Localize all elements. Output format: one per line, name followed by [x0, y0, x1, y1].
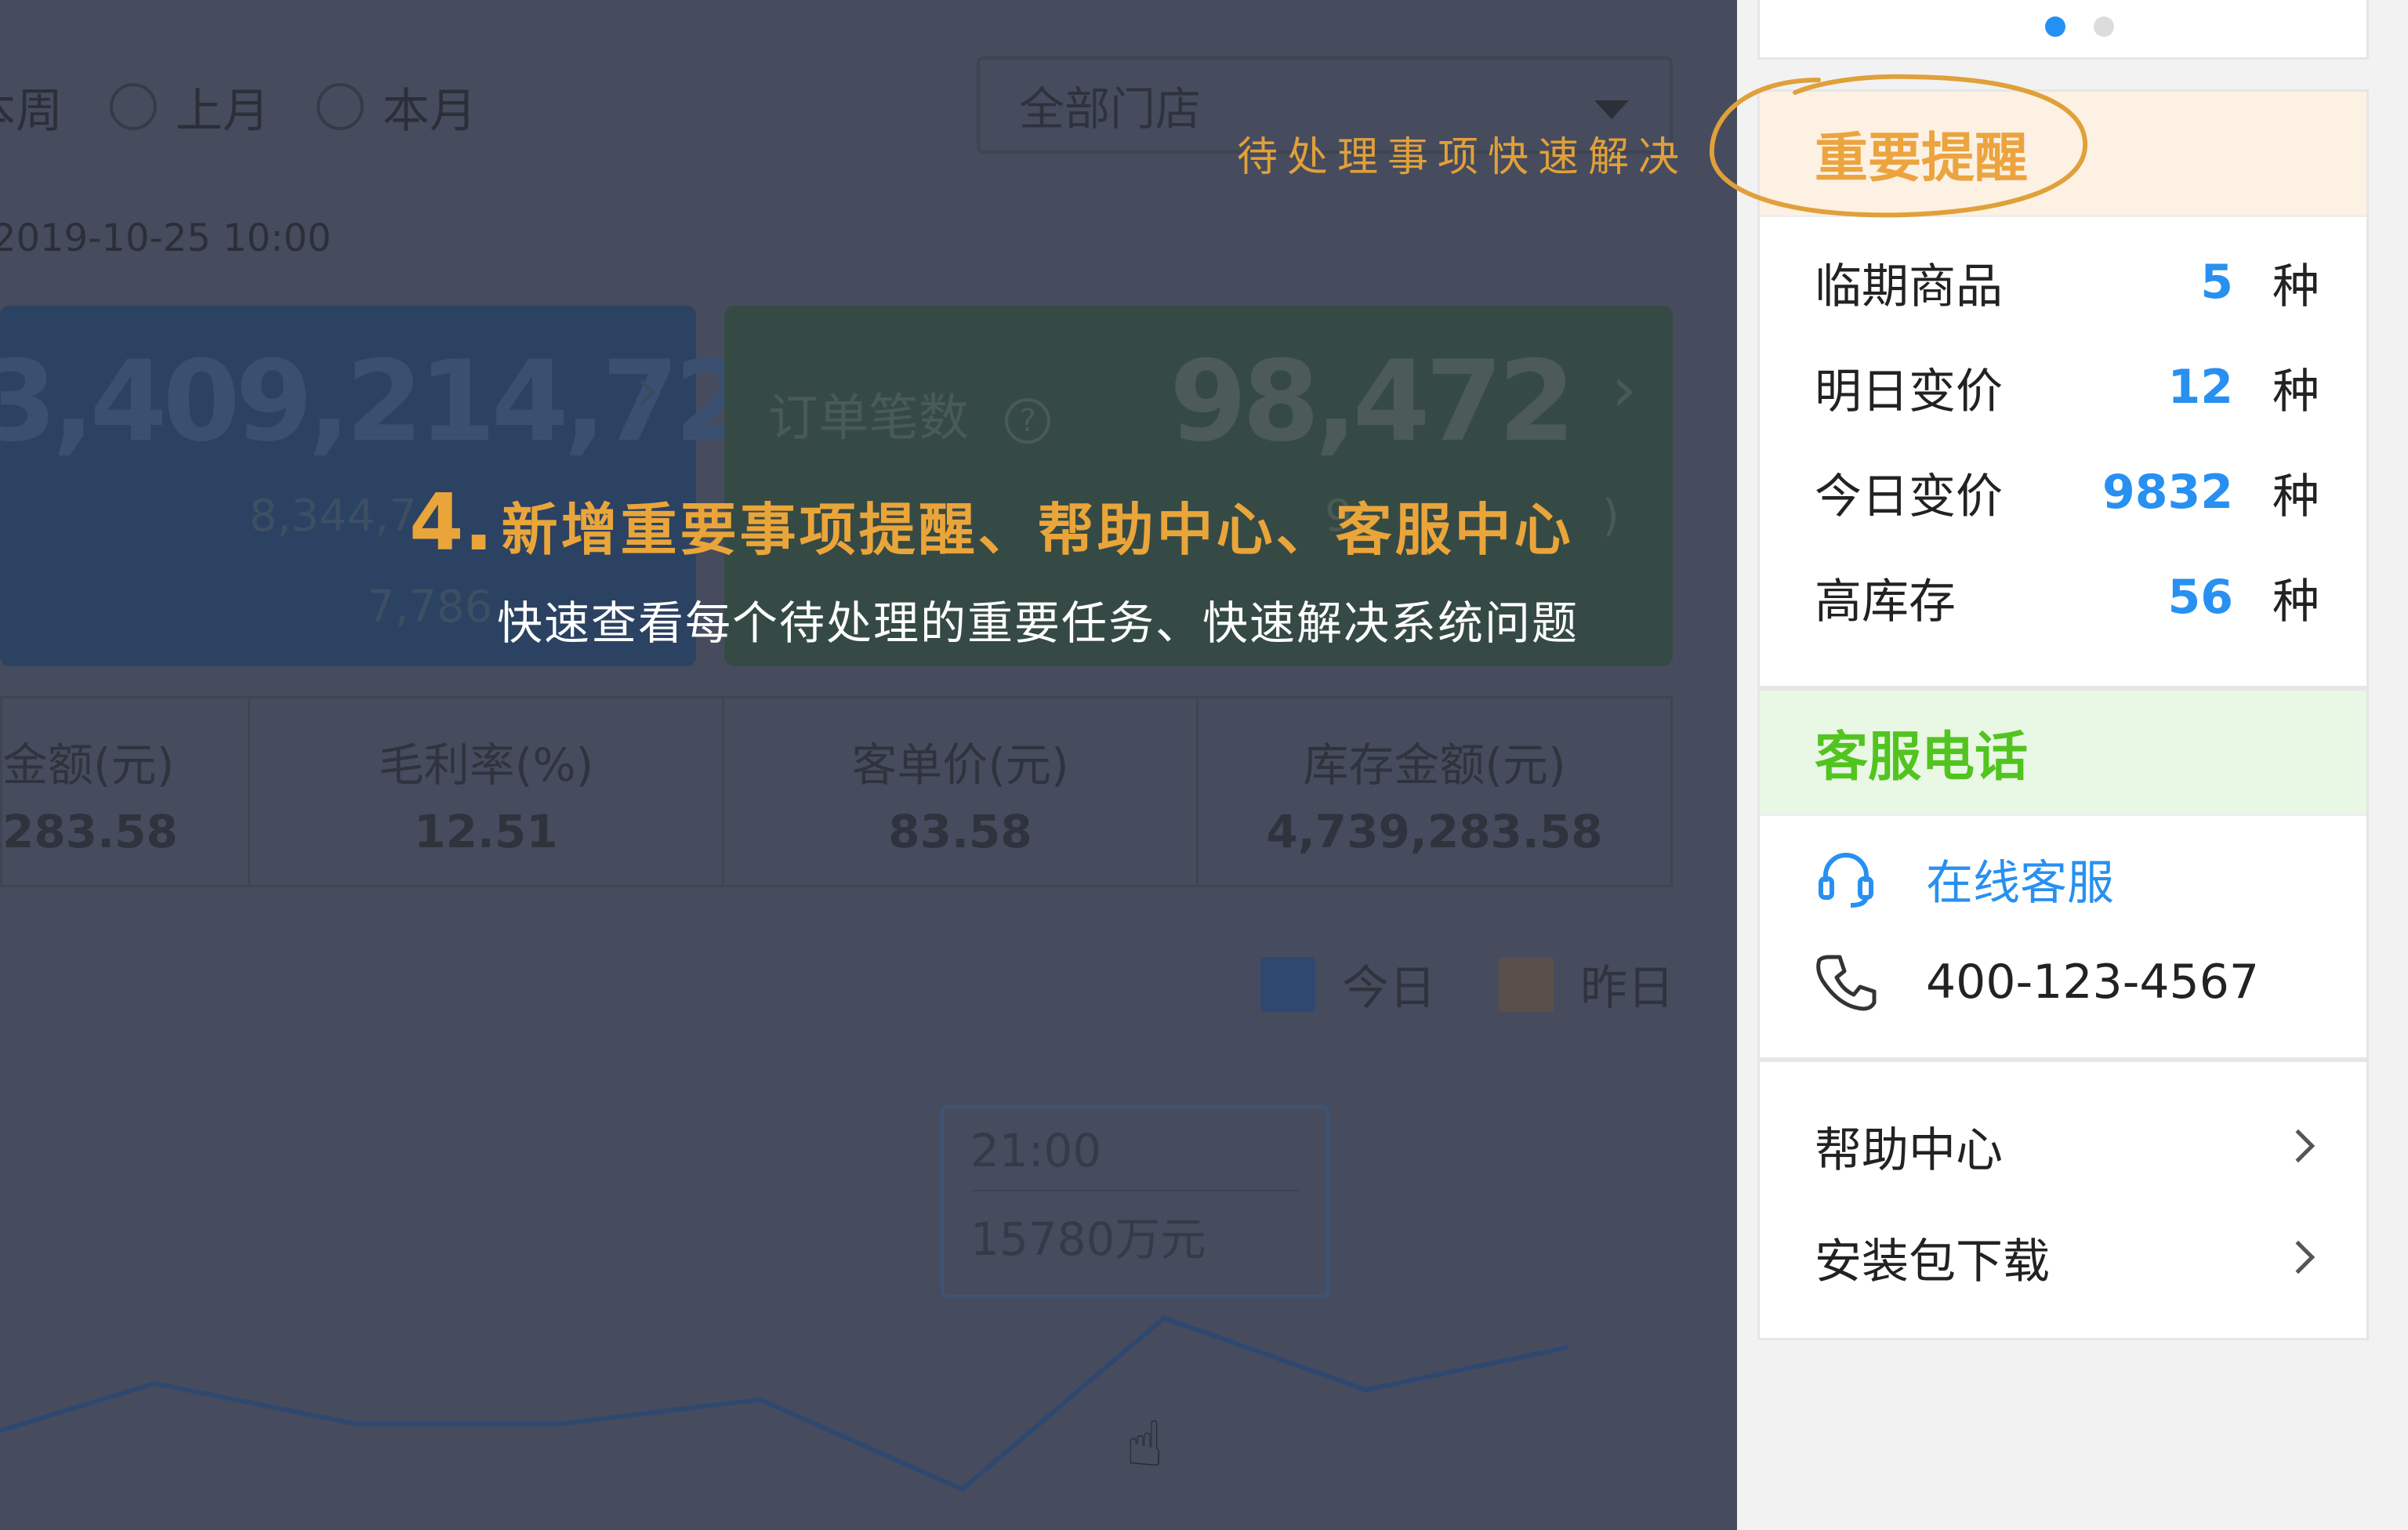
- update-time: 2019-10-25 10:00: [0, 216, 332, 260]
- stat-amount: 金额(元) 283.58: [2, 698, 250, 885]
- service-box: 客服电话 在线客服 400-123-4567: [1757, 688, 2369, 1060]
- highlight-circle: [1709, 74, 2088, 218]
- reminder-row-high-stock[interactable]: 高库存 56 种: [1760, 545, 2366, 650]
- orders-value: 98,472: [1170, 337, 1576, 466]
- chevron-right-icon: [2281, 1129, 2316, 1163]
- legend-label: 昨日: [1580, 961, 1674, 1016]
- legend-today[interactable]: 今日: [1260, 950, 1436, 1018]
- tooltip-divider: [970, 1190, 1300, 1191]
- tooltip-time: 21:00: [970, 1124, 1102, 1177]
- online-service-label: 在线客服: [1926, 855, 2114, 911]
- phone-number: 400-123-4567: [1926, 955, 2260, 1010]
- radio-circle-icon: [317, 83, 364, 130]
- reminder-label: 明日变价: [1815, 364, 2003, 419]
- hint-text: 待处理事项快速解决: [1237, 134, 1689, 181]
- radio-circle-icon: [110, 83, 157, 130]
- radio-last-month[interactable]: 上月: [110, 73, 270, 141]
- legend-yesterday[interactable]: 昨日: [1499, 950, 1674, 1018]
- radio-this-week[interactable]: 本周: [0, 73, 63, 141]
- help-center-link[interactable]: 帮助中心: [1760, 1090, 2366, 1202]
- carousel-dot-active[interactable]: [2045, 16, 2065, 37]
- question-icon: ?: [1005, 398, 1051, 444]
- link-label: 安装包下载: [1815, 1234, 2050, 1289]
- orders-sub-value: ): [1602, 491, 1619, 542]
- radio-this-month[interactable]: 本月: [317, 73, 477, 141]
- chevron-right-icon: ›: [635, 353, 660, 426]
- reminder-unit: 种: [2272, 469, 2319, 524]
- reminder-count: 56: [2167, 570, 2234, 625]
- hand-cursor-icon: ☝: [1126, 1408, 1164, 1481]
- help-links-box: 帮助中心 安装包下载: [1757, 1060, 2369, 1340]
- sales-sub-value: 7,786: [367, 582, 493, 633]
- phone-icon: [1815, 951, 1877, 1013]
- stat-label: 库存金额(元): [1303, 738, 1566, 792]
- radio-label: 本月: [383, 83, 477, 139]
- stat-value: 283.58: [2, 805, 178, 858]
- stat-avg-price: 客单价(元) 83.58: [724, 698, 1199, 885]
- stat-label: 毛利率(%): [378, 738, 594, 792]
- chevron-right-icon: ›: [1612, 353, 1637, 426]
- dashboard-background: 本周 上月 本月 全部门店 2019-10-25 10:00 3,409,214…: [0, 0, 1737, 1530]
- reminder-row-expiring[interactable]: 临期商品 5 种: [1760, 230, 2366, 335]
- store-select-value: 全部门店: [1019, 82, 1202, 136]
- chart-legend: 今日 昨日: [1198, 950, 1674, 1018]
- feature-heading: 4. 新增重要事项提醒、帮助中心、客服中心: [409, 477, 1574, 568]
- reminder-count: 5: [2200, 255, 2233, 310]
- installer-download-link[interactable]: 安装包下载: [1760, 1202, 2366, 1313]
- radio-label: 上月: [176, 83, 270, 139]
- stats-row: 金额(元) 283.58 毛利率(%) 12.51 客单价(元) 83.58 库…: [0, 696, 1673, 887]
- legend-swatch: [1499, 956, 1554, 1012]
- caret-down-icon: [1594, 100, 1629, 119]
- series-line: [0, 1315, 1568, 1492]
- online-service-link[interactable]: 在线客服: [1760, 827, 2366, 930]
- feature-subtitle: 快速查看每个待处理的重要任务、快速解决系统问题: [497, 596, 1579, 650]
- date-range-radios: 本周 上月 本月: [0, 73, 524, 141]
- reminder-unit: 种: [2272, 259, 2319, 314]
- reminder-unit: 种: [2272, 364, 2319, 419]
- stat-inventory: 库存金额(元) 4,739,283.58: [1199, 698, 1670, 885]
- feature-number: 4.: [409, 477, 494, 568]
- orders-label-text: 订单笔数: [768, 390, 969, 448]
- reminder-unit: 种: [2272, 574, 2319, 629]
- line-chart: [0, 1315, 1568, 1492]
- reminder-label: 高库存: [1815, 574, 1956, 629]
- tooltip-value: 15780万元: [970, 1213, 1206, 1266]
- reminder-count: 12: [2167, 360, 2234, 415]
- stat-label: 金额(元): [2, 738, 175, 792]
- reminder-row-tomorrow-price[interactable]: 明日变价 12 种: [1760, 335, 2366, 440]
- headset-icon: [1815, 847, 1877, 910]
- stat-label: 客单价(元): [851, 738, 1069, 792]
- reminder-label: 临期商品: [1815, 259, 2003, 314]
- chevron-right-icon: [2281, 1240, 2316, 1274]
- service-title: 客服电话: [1760, 691, 2366, 816]
- orders-label: 订单笔数 ?: [768, 378, 1051, 450]
- stat-value: 83.58: [888, 805, 1032, 858]
- stat-gross-margin: 毛利率(%) 12.51: [250, 698, 724, 885]
- reminder-count: 9832: [2102, 465, 2233, 520]
- legend-label: 今日: [1342, 961, 1436, 1016]
- link-label: 帮助中心: [1815, 1122, 2003, 1178]
- phone-row[interactable]: 400-123-4567: [1760, 930, 2366, 1034]
- feature-title: 新增重要事项提醒、帮助中心、客服中心: [501, 497, 1574, 563]
- stat-value: 12.51: [414, 805, 558, 858]
- legend-swatch: [1260, 956, 1315, 1012]
- radio-label: 本周: [0, 83, 63, 139]
- chart-tooltip: 21:00 15780万元: [941, 1105, 1329, 1298]
- carousel-dots: [1757, 0, 2369, 60]
- reminder-label: 今日变价: [1815, 469, 2003, 524]
- carousel-dot[interactable]: [2094, 16, 2114, 37]
- reminder-row-today-price[interactable]: 今日变价 9832 种: [1760, 440, 2366, 545]
- sales-sub-value: 8,344,7: [249, 491, 417, 542]
- stat-value: 4,739,283.58: [1266, 805, 1603, 858]
